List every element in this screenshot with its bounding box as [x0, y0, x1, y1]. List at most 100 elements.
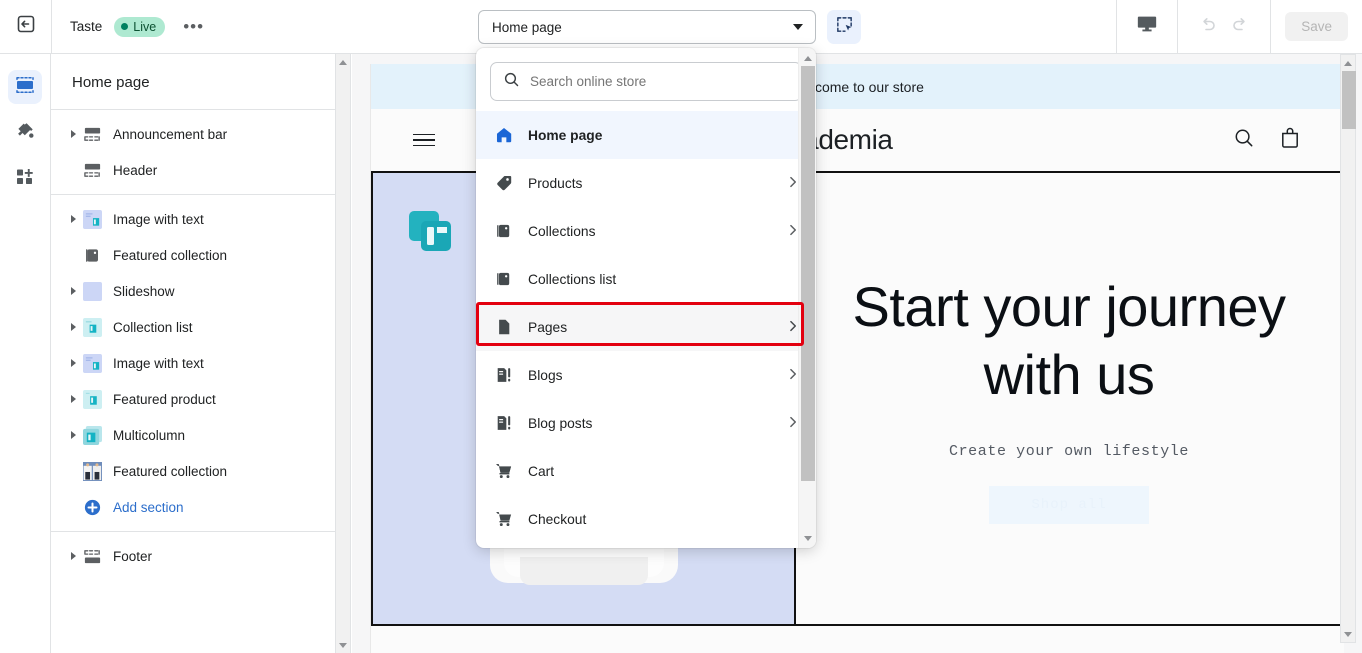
menu-item-collections-list[interactable]: Collections list	[476, 255, 816, 303]
save-button[interactable]: Save	[1285, 12, 1348, 41]
sidebar-item-featured-product[interactable]: Featured product	[51, 381, 350, 417]
undo-button[interactable]	[1192, 12, 1224, 42]
menu-item-home-page[interactable]: Home page	[476, 111, 816, 159]
sidebar-item-label: Image with text	[113, 355, 204, 371]
expand-triangle-icon[interactable]	[65, 215, 81, 223]
header-icon	[81, 159, 103, 181]
shopping-bag-icon[interactable]	[1278, 126, 1302, 155]
menu-item-products[interactable]: Products	[476, 159, 816, 207]
expand-triangle-icon[interactable]	[65, 395, 81, 403]
sidebar-scrollbar[interactable]	[335, 54, 351, 653]
sidebar-item-image-with-text-2[interactable]: Image with text	[51, 345, 350, 381]
expand-triangle-icon[interactable]	[65, 431, 81, 439]
sidebar-item-footer[interactable]: Footer	[51, 538, 350, 574]
expand-triangle-icon[interactable]	[65, 552, 81, 560]
expand-triangle-icon[interactable]	[65, 323, 81, 331]
expand-triangle-icon[interactable]	[65, 359, 81, 367]
expand-triangle-icon[interactable]	[65, 130, 81, 138]
sidebar-item-slideshow[interactable]: Slideshow	[51, 273, 350, 309]
plus-circle-icon	[81, 496, 103, 518]
menu-item-list: Home page Products Collections Collectio…	[476, 111, 816, 543]
search-icon[interactable]	[1232, 126, 1256, 155]
paint-brush-icon	[15, 121, 35, 146]
menu-item-label: Blog posts	[528, 415, 593, 431]
product-tag-icon	[494, 174, 514, 192]
sidebar-item-label: Collection list	[113, 319, 193, 335]
undo-arrow-icon	[1198, 14, 1218, 39]
inspector-select-icon	[835, 15, 854, 39]
exit-arrow-icon	[16, 14, 36, 39]
menu-item-checkout[interactable]: Checkout	[476, 495, 816, 543]
sidebar-item-header[interactable]: Header	[51, 152, 350, 188]
menu-item-pages[interactable]: Pages	[476, 303, 816, 351]
left-icon-rail	[0, 54, 51, 653]
preview-scrollbar[interactable]	[1340, 54, 1356, 643]
menu-scroll-thumb[interactable]	[801, 66, 815, 481]
brand-logo-mark-icon	[409, 211, 453, 258]
menu-item-blogs[interactable]: Blogs	[476, 351, 816, 399]
sidebar-item-label: Featured product	[113, 391, 216, 407]
rail-item-apps[interactable]	[8, 162, 42, 196]
preview-scroll-thumb[interactable]	[1342, 71, 1356, 129]
menu-scrollbar[interactable]	[798, 48, 816, 548]
menu-item-label: Collections	[528, 223, 596, 239]
apps-grid-icon	[15, 167, 35, 192]
hero-subtext: Create your own lifestyle	[948, 443, 1190, 461]
scroll-up-arrow-icon[interactable]	[336, 54, 350, 70]
desktop-preview-button[interactable]	[1131, 12, 1163, 42]
menu-item-label: Pages	[528, 319, 568, 335]
scroll-down-arrow-icon[interactable]	[799, 530, 816, 546]
redo-arrow-icon	[1230, 14, 1250, 39]
cart-icon	[494, 462, 514, 480]
sidebar-item-label: Header	[113, 162, 158, 178]
announcement-bar-icon	[81, 123, 103, 145]
sidebar-item-announcement-bar[interactable]: Announcement bar	[51, 116, 350, 152]
scroll-up-arrow-icon[interactable]	[1341, 55, 1355, 71]
collection-tag-icon	[81, 244, 103, 266]
sidebar-item-image-with-text-1[interactable]: Image with text	[51, 201, 350, 237]
sidebar-item-label: Announcement bar	[113, 126, 228, 142]
top-bar: Taste Live ••• Home page Save	[0, 0, 1362, 54]
sidebar-item-multicolumn[interactable]: Multicolumn	[51, 417, 350, 453]
page-selector-menu: Home page Products	[476, 48, 816, 548]
search-field-wrapper[interactable]	[490, 62, 802, 101]
device-preview-segment	[1116, 0, 1177, 53]
sidebar-group-template: Image with text Featured collection Slid…	[51, 195, 350, 532]
exit-editor-button[interactable]	[0, 0, 52, 53]
sidebar-item-label: Featured collection	[113, 463, 228, 479]
cart-icon	[494, 510, 514, 528]
expand-triangle-icon[interactable]	[65, 287, 81, 295]
featured-product-icon	[81, 388, 103, 410]
shop-all-button[interactable]: Shop all	[989, 486, 1149, 525]
page-selector-value: Home page	[492, 19, 562, 35]
page-selector-area: Home page	[478, 10, 861, 44]
image-with-text-icon	[81, 352, 103, 374]
inspector-toggle-button[interactable]	[827, 10, 861, 44]
hamburger-menu-icon[interactable]	[413, 133, 435, 147]
blog-icon	[494, 414, 514, 432]
history-segment	[1177, 0, 1270, 53]
sidebar-item-featured-collection-2[interactable]: Featured collection	[51, 453, 350, 489]
menu-item-label: Blogs	[528, 367, 563, 383]
search-input[interactable]	[530, 74, 789, 89]
scroll-up-arrow-icon[interactable]	[799, 50, 816, 66]
collection-tag-icon	[494, 270, 514, 288]
more-options-button[interactable]: •••	[177, 18, 210, 35]
redo-button[interactable]	[1224, 12, 1256, 42]
add-section-button[interactable]: Add section	[51, 489, 350, 525]
rail-item-sections[interactable]	[8, 70, 42, 104]
sidebar-title: Home page	[51, 54, 350, 110]
collection-list-icon	[81, 316, 103, 338]
menu-item-collections[interactable]: Collections	[476, 207, 816, 255]
sidebar-item-featured-collection-1[interactable]: Featured collection	[51, 237, 350, 273]
page-selector-dropdown[interactable]: Home page	[478, 10, 816, 44]
menu-item-blog-posts[interactable]: Blog posts	[476, 399, 816, 447]
rail-item-theme-settings[interactable]	[8, 116, 42, 150]
menu-item-label: Checkout	[528, 511, 587, 527]
scroll-down-arrow-icon[interactable]	[1341, 626, 1355, 642]
scroll-down-arrow-icon[interactable]	[336, 637, 350, 653]
menu-item-cart[interactable]: Cart	[476, 447, 816, 495]
sidebar-item-label: Footer	[113, 548, 153, 564]
sidebar-item-collection-list[interactable]: Collection list	[51, 309, 350, 345]
status-badge: Live	[114, 16, 166, 37]
